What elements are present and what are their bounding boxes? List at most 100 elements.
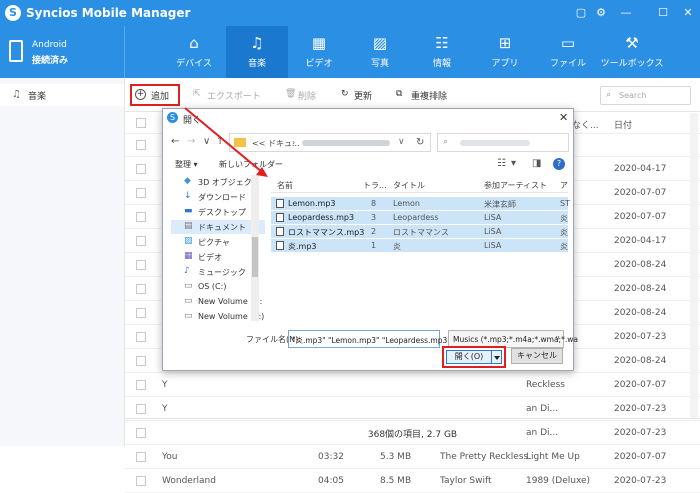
file-row[interactable]: ロストママンス.mp3 2 ロストママンス LiSA 炎 xyxy=(271,225,568,238)
tab-info[interactable]: ☷ 情報 xyxy=(411,26,473,78)
col-track[interactable]: トラ... xyxy=(363,180,387,191)
col-name[interactable]: 名前 xyxy=(277,180,293,191)
file-extra: 炎 xyxy=(560,228,568,237)
file-extra: 炎 xyxy=(560,242,568,251)
table-row[interactable]: You 03:32 5.3 MB The Pretty Reckless Light M… xyxy=(125,446,700,469)
cell-date: 2020-07-07 xyxy=(614,212,667,222)
col-album[interactable]: ア xyxy=(560,180,568,191)
drive-icon: ▭ xyxy=(184,311,193,321)
view-options-icon[interactable]: ☷ xyxy=(497,158,506,169)
file-row[interactable]: Leopardess.mp3 3 Leopardess LiSA 炎 xyxy=(271,211,568,224)
tree-item-label: ダウンロード xyxy=(198,193,246,202)
back-arrow-icon[interactable]: ← xyxy=(171,136,179,147)
blurred-path xyxy=(302,140,390,146)
cell-size: 5.3 MB xyxy=(380,452,412,462)
table-row[interactable]: Wonderland 04:05 8.5 MB Taylor Swift 1989 (D… xyxy=(125,470,700,493)
header-date[interactable]: 日付 xyxy=(614,118,632,131)
tab-photos[interactable]: ▨ 写真 xyxy=(349,26,411,78)
feedback-icon[interactable]: ▢ xyxy=(573,5,589,21)
device-panel[interactable]: Android 接続済み xyxy=(0,26,125,78)
close-button[interactable]: ✕ xyxy=(680,5,696,21)
scroll-thumb[interactable] xyxy=(252,237,258,277)
sidebar-item-label: 音楽 xyxy=(28,92,47,102)
export-button[interactable]: エクスポート xyxy=(207,89,261,102)
file-extra: 炎 xyxy=(560,214,568,223)
row-checkbox[interactable] xyxy=(136,212,146,222)
file-row[interactable]: Lemon.mp3 8 Lemon 米津玄師 ST xyxy=(271,197,570,210)
chevron-down-icon[interactable]: ∨ xyxy=(398,137,405,147)
download-icon: ↓ xyxy=(184,191,192,201)
file-title: ロストママンス xyxy=(393,228,449,237)
search-input[interactable]: ⌕ Search xyxy=(600,86,691,105)
tab-toolbox[interactable]: ⚒ ツールボックス xyxy=(599,26,665,78)
refresh-icon[interactable]: ↻ xyxy=(416,137,424,148)
settings-icon[interactable]: ⚙ xyxy=(593,5,609,21)
file-list-header: 名前 トラ... タイトル 参加アーティスト ア xyxy=(271,175,568,193)
row-checkbox[interactable] xyxy=(136,308,146,318)
tab-video[interactable]: ▦ ビデオ xyxy=(288,26,350,78)
folder-search-input[interactable]: ⌕ xyxy=(437,133,569,152)
file-row[interactable]: 炎.mp3 1 炎 LiSA 炎 xyxy=(271,239,568,252)
row-checkbox[interactable] xyxy=(136,260,146,270)
open-dropdown-button[interactable] xyxy=(492,350,502,364)
row-checkbox[interactable] xyxy=(136,380,146,390)
device-name: Android xyxy=(32,40,67,50)
status-footer: 368個の項目, 2.7 GB xyxy=(125,418,700,446)
tree-item-label: ビデオ xyxy=(198,253,222,262)
row-checkbox[interactable] xyxy=(136,188,146,198)
help-icon[interactable]: ? xyxy=(553,158,565,170)
trash-icon: 🗑 xyxy=(285,89,297,99)
maximize-button[interactable]: ☐ xyxy=(655,5,671,21)
tab-label: ファイル xyxy=(549,59,586,69)
preview-pane-icon[interactable]: ◨ xyxy=(532,158,541,169)
table-row[interactable]: Y Reckless 2020-07-07 xyxy=(125,374,700,397)
col-artist[interactable]: 参加アーティスト xyxy=(484,180,547,191)
row-checkbox[interactable] xyxy=(136,284,146,294)
file-name: Leopardess.mp3 xyxy=(288,213,355,222)
new-folder-button[interactable]: 新しいフォルダー xyxy=(219,159,283,170)
dedupe-button[interactable]: 重複排除 xyxy=(411,89,447,102)
filename-input[interactable]: "炎.mp3" "Lemon.mp3" "Leopardess.mp3" xyxy=(288,330,451,348)
chevron-down-icon[interactable]: ▾ xyxy=(511,158,516,169)
address-bar: ← → ∨ ↑ << ドキュ... › ∨ ↻ ⌕ xyxy=(163,131,573,155)
file-title: Leopardess xyxy=(393,213,439,222)
path-field[interactable]: << ドキュ... › ∨ ↻ xyxy=(229,133,431,152)
row-checkbox[interactable] xyxy=(136,452,146,462)
list-scrollbar[interactable] xyxy=(690,113,698,418)
cell-title: Wonderland xyxy=(162,476,216,486)
chevron-down-icon[interactable]: ∨ xyxy=(203,136,210,147)
cancel-button[interactable]: キャンセル xyxy=(511,348,563,364)
cell-date: 2020-07-07 xyxy=(614,452,667,462)
cell-date: 2020-08-24 xyxy=(614,308,667,318)
open-file-dialog: S 開く ✕ ← → ∨ ↑ << ドキュ... › ∨ ↻ ⌕ 整理 ▾ 新し… xyxy=(162,108,578,371)
forward-arrow-icon[interactable]: → xyxy=(187,136,195,147)
col-title[interactable]: タイトル xyxy=(393,180,425,191)
row-checkbox[interactable] xyxy=(136,356,146,366)
row-checkbox[interactable] xyxy=(136,332,146,342)
tab-files[interactable]: ▭ ファイル xyxy=(537,26,599,78)
dialog-close-button[interactable]: ✕ xyxy=(559,111,568,124)
minimize-button[interactable]: — xyxy=(618,5,634,21)
tab-device[interactable]: ⌂ デバイス xyxy=(163,26,225,78)
tab-apps[interactable]: ⊞ アプリ xyxy=(474,26,536,78)
tree-scrollbar[interactable] xyxy=(251,175,259,321)
row-checkbox[interactable] xyxy=(136,164,146,174)
delete-button[interactable]: 削除 xyxy=(298,89,316,102)
organize-button[interactable]: 整理 ▾ xyxy=(175,159,198,170)
drive-icon: ▭ xyxy=(184,281,193,291)
app-title: Syncios Mobile Manager xyxy=(26,6,191,20)
sidebar-item-music[interactable]: ♫ 音楽 xyxy=(0,84,124,106)
row-checkbox[interactable] xyxy=(136,140,146,150)
tree-item-label: ドキュメント xyxy=(198,223,246,232)
row-checkbox[interactable] xyxy=(136,236,146,246)
tab-music[interactable]: ♫ 音楽 xyxy=(226,26,288,78)
cell-date: 2020-07-07 xyxy=(614,188,667,198)
up-arrow-icon[interactable]: ↑ xyxy=(216,136,224,147)
refresh-button[interactable]: 更新 xyxy=(354,89,372,102)
row-checkbox[interactable] xyxy=(136,404,146,414)
cell-num: Y xyxy=(162,380,168,390)
select-all-checkbox[interactable] xyxy=(136,118,146,128)
add-button[interactable]: + 追加 xyxy=(130,84,180,106)
open-button[interactable]: 開く(O) xyxy=(446,350,492,364)
row-checkbox[interactable] xyxy=(136,476,146,486)
